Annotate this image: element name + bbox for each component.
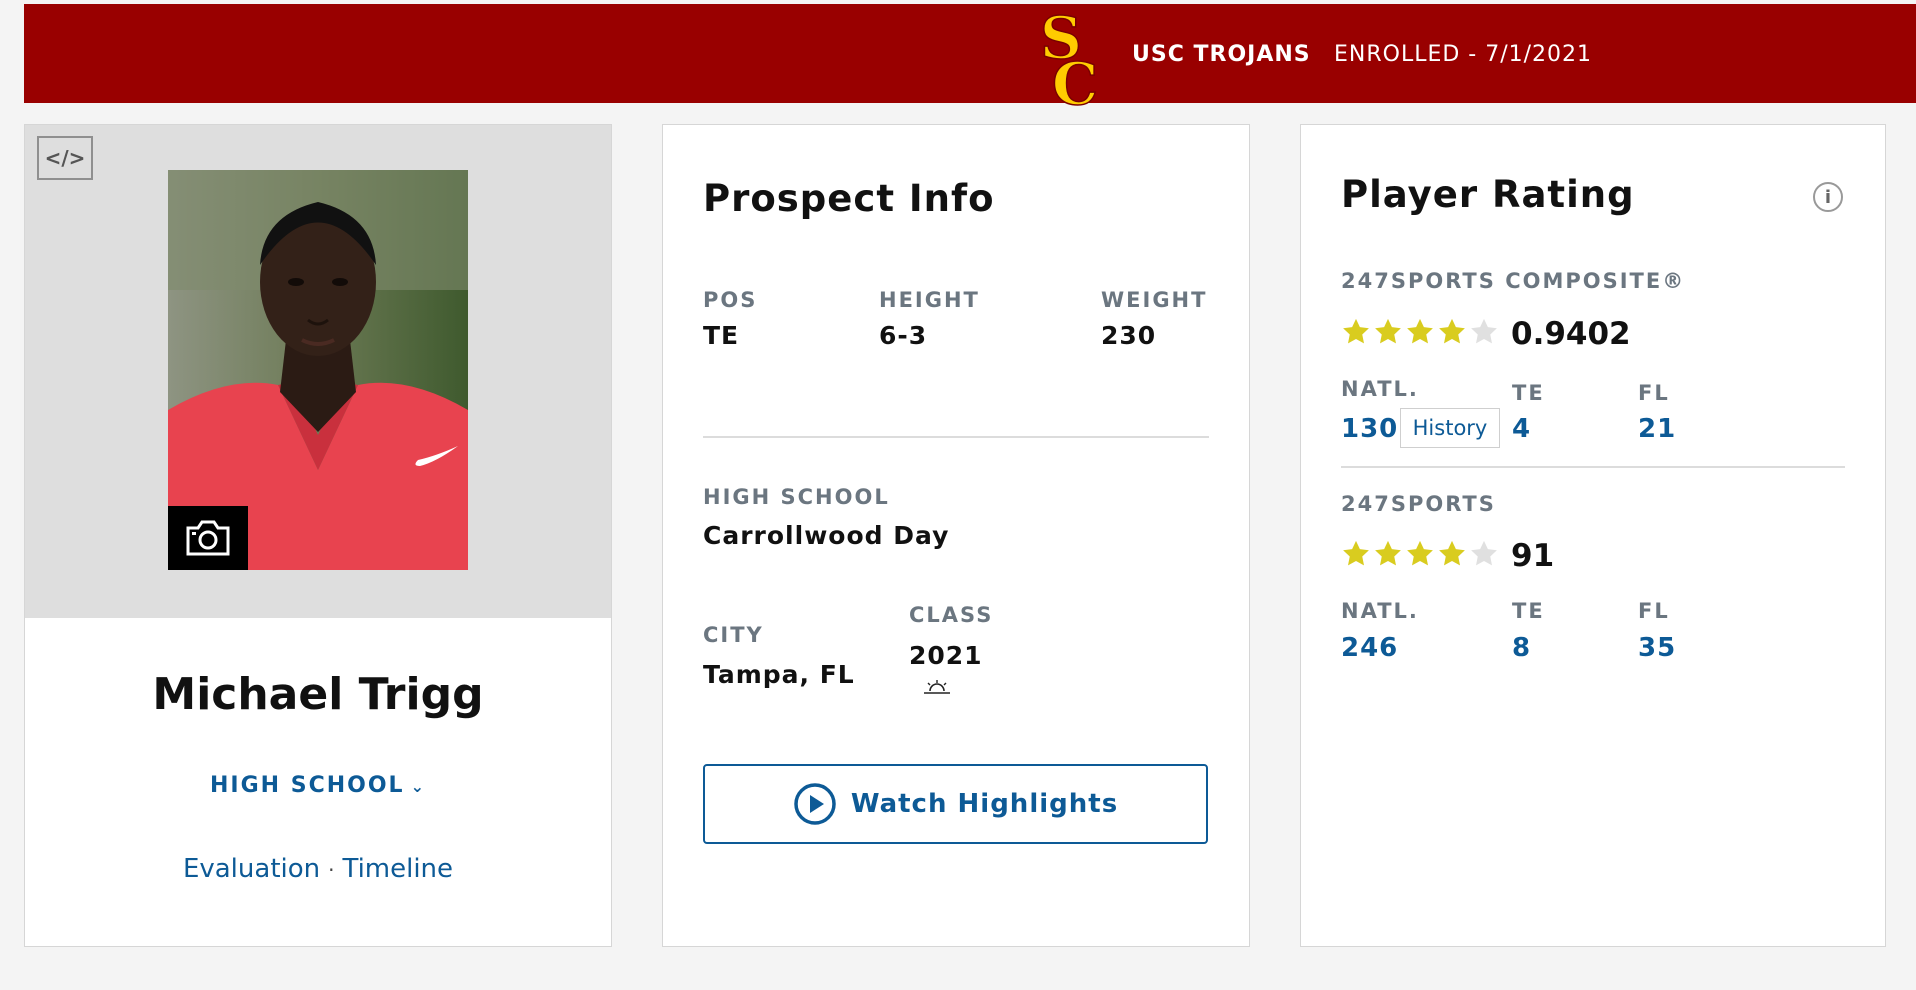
height-label: HEIGHT xyxy=(879,288,980,312)
watch-highlights-button[interactable]: Watch Highlights xyxy=(703,764,1208,844)
sports247-natl-label: NATL. xyxy=(1341,599,1419,623)
city-value: Tampa, FL xyxy=(703,660,855,689)
usc-logo[interactable]: S C xyxy=(1038,6,1106,106)
composite-state-label: FL xyxy=(1638,381,1670,405)
star-icon xyxy=(1343,540,1369,566)
player-rating-title: Player Rating xyxy=(1341,173,1635,216)
class-label: CLASS xyxy=(909,603,994,627)
profile-links: Evaluation · Timeline xyxy=(25,854,611,884)
player-rating-card: Player Rating i 247SPORTS COMPOSITE® 0.9… xyxy=(1300,124,1886,947)
composite-label: 247SPORTS COMPOSITE® xyxy=(1341,269,1686,293)
sports247-natl-rank[interactable]: 246 xyxy=(1341,633,1398,663)
camera-icon xyxy=(186,520,230,556)
sports247-state-rank[interactable]: 35 xyxy=(1638,633,1676,663)
star-icon xyxy=(1439,318,1465,344)
star-icon xyxy=(1407,318,1433,344)
sports247-stars xyxy=(1341,539,1499,569)
chevron-down-icon: ⌄ xyxy=(410,777,426,796)
star-icon xyxy=(1343,318,1369,344)
divider xyxy=(1341,466,1845,468)
composite-stars xyxy=(1341,317,1499,347)
composite-score: 0.9402 xyxy=(1511,316,1631,352)
weight-label: WEIGHT xyxy=(1101,288,1208,312)
composite-natl-label: NATL. xyxy=(1341,377,1419,401)
history-button[interactable]: History xyxy=(1400,408,1500,448)
high-school-dropdown[interactable]: HIGH SCHOOL ⌄ xyxy=(25,773,611,798)
class-value: 2021 xyxy=(909,641,983,670)
composite-pos-label: TE xyxy=(1512,381,1545,405)
weight-value: 230 xyxy=(1101,321,1157,350)
sunrise-icon xyxy=(924,680,950,694)
team-banner: S C USC TROJANS ENROLLED - 7/1/2021 xyxy=(24,4,1916,106)
sports247-score: 91 xyxy=(1511,538,1555,574)
high-school-value: Carrollwood Day xyxy=(703,521,950,550)
pos-label: POS xyxy=(703,288,758,312)
star-icon xyxy=(1439,540,1465,566)
team-name[interactable]: USC TROJANS xyxy=(1132,42,1311,67)
prospect-info-card: Prospect Info POS TE HEIGHT 6-3 WEIGHT 2… xyxy=(662,124,1250,947)
city-label: CITY xyxy=(703,623,764,647)
watch-highlights-label: Watch Highlights xyxy=(850,789,1119,819)
composite-pos-rank[interactable]: 4 xyxy=(1512,414,1531,444)
play-icon xyxy=(794,783,836,825)
info-icon[interactable]: i xyxy=(1813,182,1843,212)
star-icon xyxy=(1471,318,1497,344)
photo-area: </> xyxy=(25,125,611,618)
svg-text:C: C xyxy=(1052,50,1098,106)
pos-value: TE xyxy=(703,321,740,350)
sports247-pos-label: TE xyxy=(1512,599,1545,623)
composite-natl-rank[interactable]: 130 xyxy=(1341,414,1398,444)
divider xyxy=(703,436,1209,438)
enrollment-status: ENROLLED - 7/1/2021 xyxy=(1334,42,1593,67)
evaluation-link[interactable]: Evaluation xyxy=(183,854,320,884)
prospect-info-title: Prospect Info xyxy=(703,177,995,220)
sports247-state-label: FL xyxy=(1638,599,1670,623)
composite-state-rank[interactable]: 21 xyxy=(1638,414,1676,444)
sports247-pos-rank[interactable]: 8 xyxy=(1512,633,1531,663)
player-name: Michael Trigg xyxy=(152,669,484,720)
embed-code-button[interactable]: </> xyxy=(37,136,93,180)
star-icon xyxy=(1407,540,1433,566)
star-icon xyxy=(1375,318,1401,344)
star-icon xyxy=(1471,540,1497,566)
star-icon xyxy=(1375,540,1401,566)
info-icon-glyph: i xyxy=(1824,186,1832,208)
profile-card: </> Michael Trigg HIGH SCHOOL ⌄ Evaluati… xyxy=(24,124,612,947)
code-icon: </> xyxy=(44,146,86,170)
camera-button[interactable] xyxy=(168,506,248,570)
height-value: 6-3 xyxy=(879,321,928,350)
link-separator: · xyxy=(328,858,335,882)
sports247-label: 247SPORTS xyxy=(1341,492,1496,516)
high-school-label: HIGH SCHOOL xyxy=(703,485,890,509)
timeline-link[interactable]: Timeline xyxy=(342,854,453,884)
high-school-dropdown-label: HIGH SCHOOL xyxy=(210,773,405,798)
